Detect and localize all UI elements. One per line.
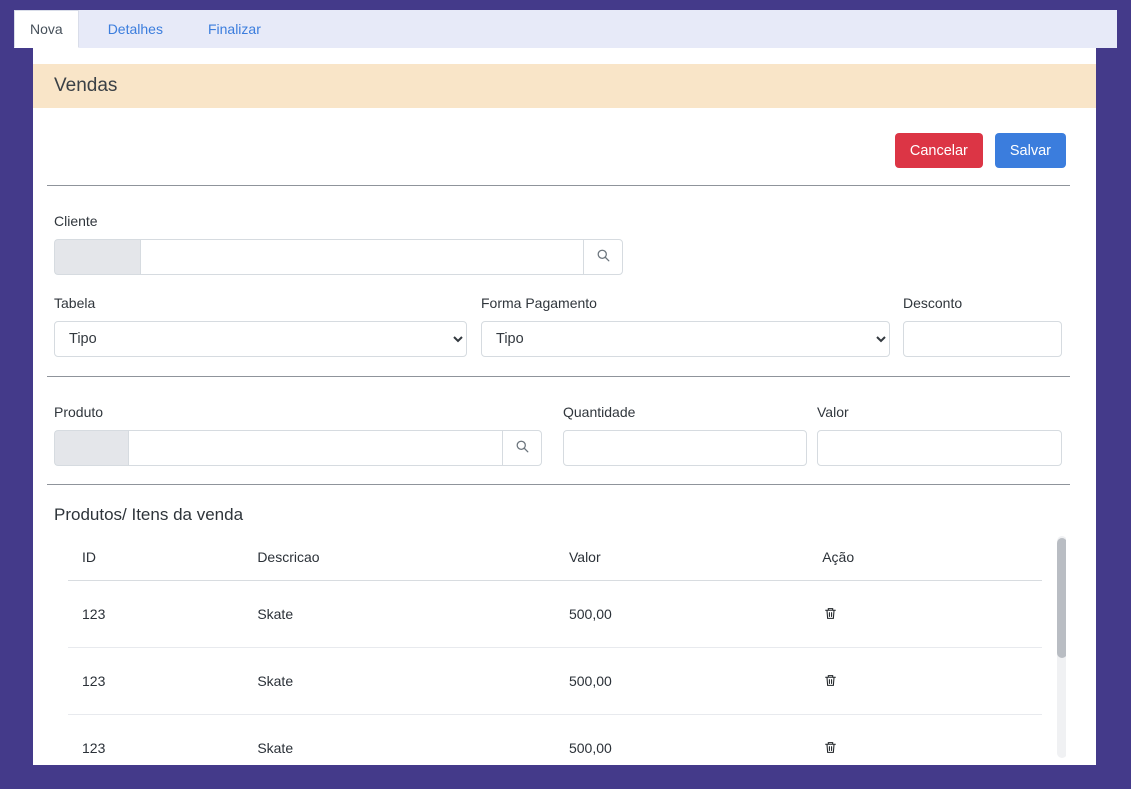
column-header-descricao: Descricao (243, 534, 555, 581)
card-body: Cancelar Salvar Cliente (33, 133, 1096, 761)
produto-label: Produto (54, 404, 542, 420)
cell-valor: 500,00 (555, 581, 808, 648)
items-table: ID Descricao Valor Ação 123 Skate 500,00 (68, 534, 1042, 761)
items-section-title: Produtos/ Itens da venda (54, 505, 1066, 525)
forma-pagamento-field: Forma Pagamento Tipo (481, 295, 890, 357)
tabela-select[interactable]: Tipo (54, 321, 467, 357)
vendas-card: Vendas Cancelar Salvar Cliente (33, 48, 1096, 765)
search-icon (515, 439, 530, 457)
cancel-button[interactable]: Cancelar (895, 133, 983, 168)
trash-icon (824, 676, 837, 691)
produto-name-input[interactable] (128, 430, 502, 466)
cliente-code-input[interactable] (54, 239, 140, 275)
tab-detalhes[interactable]: Detalhes (92, 10, 179, 48)
desconto-field: Desconto (903, 295, 1062, 357)
cell-id: 123 (68, 715, 243, 762)
tab-detalhes-label: Detalhes (108, 21, 163, 37)
divider (47, 185, 1070, 186)
cliente-section: Cliente (54, 213, 1066, 275)
page-header: Vendas (33, 64, 1096, 108)
table-header-row: ID Descricao Valor Ação (68, 534, 1042, 581)
tabbar: Nova Detalhes Finalizar (14, 10, 1117, 48)
cell-descricao: Skate (243, 648, 555, 715)
cell-valor: 500,00 (555, 648, 808, 715)
valor-input[interactable] (817, 430, 1062, 466)
quantidade-label: Quantidade (563, 404, 807, 420)
forma-pagamento-select[interactable]: Tipo (481, 321, 890, 357)
delete-item-button[interactable] (822, 671, 839, 690)
tabela-label: Tabela (54, 295, 467, 311)
table-scrollbar-track[interactable] (1057, 536, 1066, 758)
column-header-acao: Ação (808, 534, 1042, 581)
valor-label: Valor (817, 404, 1062, 420)
tab-finalizar[interactable]: Finalizar (192, 10, 277, 48)
produto-field: Produto (54, 404, 542, 466)
tab-finalizar-label: Finalizar (208, 21, 261, 37)
action-buttons: Cancelar Salvar (54, 133, 1066, 168)
tabela-field: Tabela Tipo (54, 295, 467, 357)
cell-descricao: Skate (243, 715, 555, 762)
tab-nova-label: Nova (30, 21, 63, 37)
save-button[interactable]: Salvar (995, 133, 1066, 168)
cliente-name-input[interactable] (140, 239, 583, 275)
table-scrollbar-thumb[interactable] (1057, 538, 1066, 658)
delete-item-button[interactable] (822, 738, 839, 757)
cell-valor: 500,00 (555, 715, 808, 762)
payment-row: Tabela Tipo Forma Pagamento Tipo Descont… (54, 295, 1066, 357)
column-header-valor: Valor (555, 534, 808, 581)
page-title: Vendas (54, 75, 117, 97)
cell-id: 123 (68, 581, 243, 648)
column-header-id: ID (68, 534, 243, 581)
table-row: 123 Skate 500,00 (68, 581, 1042, 648)
produto-code-input[interactable] (54, 430, 128, 466)
produto-input-group (54, 430, 542, 466)
desconto-label: Desconto (903, 295, 1062, 311)
cliente-label: Cliente (54, 213, 1066, 229)
table-row: 123 Skate 500,00 (68, 715, 1042, 762)
quantidade-field: Quantidade (563, 404, 807, 466)
forma-pagamento-label: Forma Pagamento (481, 295, 890, 311)
cliente-input-group (54, 239, 623, 275)
search-icon (596, 248, 611, 266)
table-row: 123 Skate 500,00 (68, 648, 1042, 715)
trash-icon (824, 609, 837, 624)
items-table-viewport: ID Descricao Valor Ação 123 Skate 500,00 (54, 534, 1066, 761)
cliente-search-button[interactable] (583, 239, 623, 275)
divider (47, 484, 1070, 485)
tab-nova[interactable]: Nova (14, 10, 79, 48)
delete-item-button[interactable] (822, 604, 839, 623)
valor-field: Valor (817, 404, 1062, 466)
desconto-input[interactable] (903, 321, 1062, 357)
cell-id: 123 (68, 648, 243, 715)
product-row: Produto Quantidade (54, 404, 1066, 466)
cell-descricao: Skate (243, 581, 555, 648)
produto-search-button[interactable] (502, 430, 542, 466)
trash-icon (824, 743, 837, 758)
quantidade-input[interactable] (563, 430, 807, 466)
divider (47, 376, 1070, 377)
